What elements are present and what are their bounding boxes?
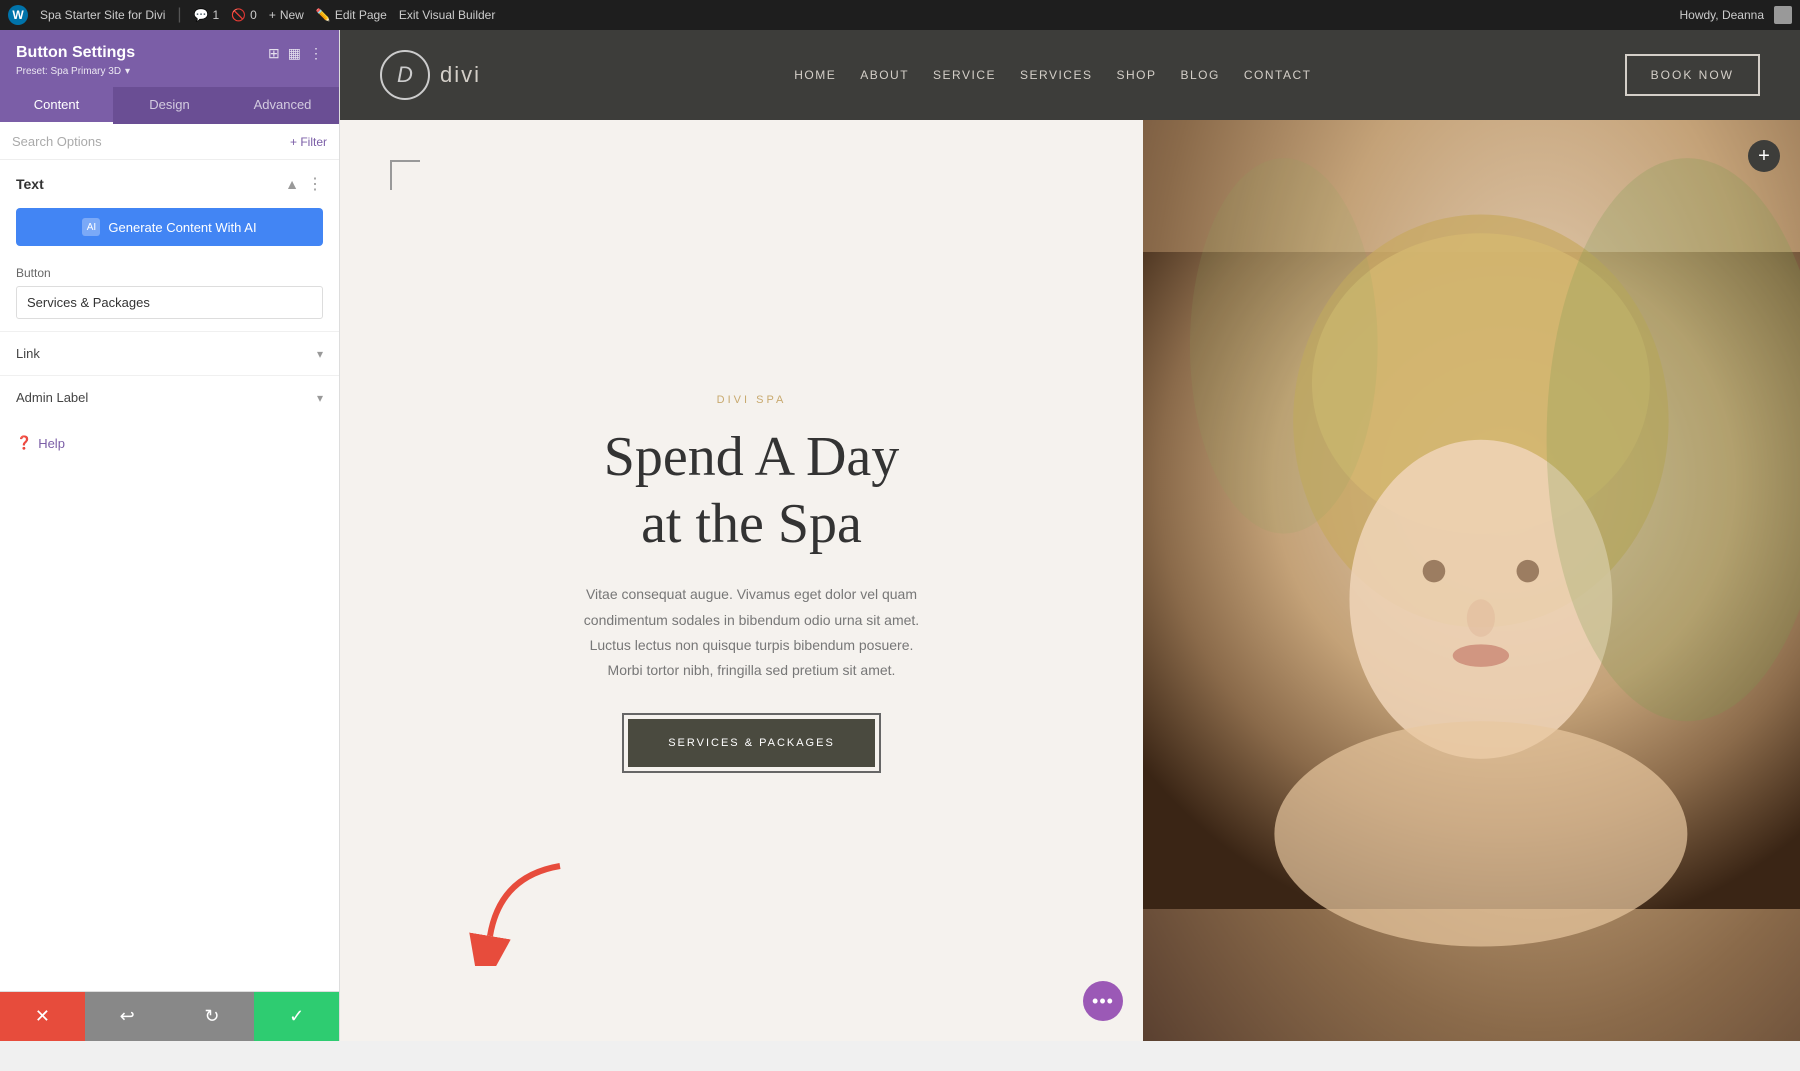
admin-bar: W Spa Starter Site for Divi | 💬 1 🚫 0 + … (0, 0, 1800, 30)
redo-button[interactable]: ↻ (170, 992, 255, 1041)
site-name[interactable]: Spa Starter Site for Divi (40, 8, 165, 22)
save-button[interactable]: ✓ (254, 992, 339, 1041)
sidebar-title: Button Settings (16, 44, 135, 62)
search-bar: + Filter (0, 124, 339, 160)
help-icon: ❓ (16, 435, 32, 451)
text-section-title: Text (16, 176, 44, 192)
admin-label-label: Admin Label (16, 390, 88, 405)
hero-right: + (1143, 120, 1800, 1041)
exit-builder-button[interactable]: Exit Visual Builder (399, 8, 496, 22)
admin-bar-right: Howdy, Deanna (1680, 6, 1793, 24)
text-section-header: Text ▲ ⋮ (0, 160, 339, 204)
hero-image (1143, 120, 1800, 1041)
columns-icon[interactable]: ▦ (288, 45, 301, 62)
button-field-label: Button (16, 266, 323, 280)
nav-contact[interactable]: CONTACT (1244, 68, 1312, 82)
hero-text: DIVI SPA Spend A Day at the Spa Vitae co… (582, 394, 922, 767)
search-input[interactable] (12, 134, 282, 149)
nav-services[interactable]: SERVICES (1020, 68, 1092, 82)
corner-decoration (390, 160, 420, 190)
button-field-group: Button (0, 258, 339, 331)
logo-text: divi (440, 62, 481, 88)
tab-design[interactable]: Design (113, 87, 226, 124)
logo-circle: D (380, 50, 430, 100)
preset-label[interactable]: Preset: Spa Primary 3D ▾ (16, 66, 323, 77)
sidebar-header: Button Settings ⊞ ▦ ⋮ Preset: Spa Primar… (0, 30, 339, 87)
undo-button[interactable]: ↩ (85, 992, 170, 1041)
admin-label-section-row[interactable]: Admin Label ▾ (0, 375, 339, 419)
hero-title: Spend A Day at the Spa (582, 424, 922, 558)
generate-ai-button[interactable]: AI Generate Content With AI (16, 208, 323, 246)
new-button[interactable]: + New (269, 8, 304, 22)
nav-blog[interactable]: BLOG (1181, 68, 1220, 82)
main-content: D divi HOME ABOUT SERVICE SERVICES SHOP … (340, 30, 1800, 1041)
wordpress-icon[interactable]: W (8, 5, 28, 25)
sidebar-content: Text ▲ ⋮ AI Generate Content With AI But… (0, 160, 339, 991)
site-logo: D divi (380, 50, 481, 100)
avatar (1774, 6, 1792, 24)
responsive-icon[interactable]: ⊞ (268, 45, 280, 62)
hero-cta-button[interactable]: SERVICES & PACKAGES (628, 719, 875, 767)
admin-label-chevron: ▾ (317, 391, 323, 405)
site-nav: HOME ABOUT SERVICE SERVICES SHOP BLOG CO… (794, 68, 1311, 82)
cancel-button[interactable]: ✕ (0, 992, 85, 1041)
link-chevron: ▾ (317, 347, 323, 361)
main-layout: Button Settings ⊞ ▦ ⋮ Preset: Spa Primar… (0, 30, 1800, 1041)
hero-left: DIVI SPA Spend A Day at the Spa Vitae co… (340, 120, 1143, 1041)
hero-section: DIVI SPA Spend A Day at the Spa Vitae co… (340, 120, 1800, 1041)
filter-button[interactable]: + Filter (290, 135, 327, 149)
sidebar: Button Settings ⊞ ▦ ⋮ Preset: Spa Primar… (0, 30, 340, 1041)
edit-page-button[interactable]: ✏️ Edit Page (316, 8, 387, 22)
floating-menu-button[interactable]: ••• (1083, 981, 1123, 1021)
sidebar-tabs: Content Design Advanced (0, 87, 339, 124)
spam-count[interactable]: 🚫 0 (231, 8, 257, 22)
link-section-row[interactable]: Link ▾ (0, 331, 339, 375)
link-label: Link (16, 346, 40, 361)
site-header: D divi HOME ABOUT SERVICE SERVICES SHOP … (340, 30, 1800, 120)
nav-service[interactable]: SERVICE (933, 68, 996, 82)
hero-body-text: Vitae consequat augue. Vivamus eget dolo… (582, 582, 922, 683)
more-icon[interactable]: ⋮ (309, 45, 323, 62)
sidebar-bottom: ✕ ↩ ↻ ✓ (0, 991, 339, 1041)
nav-shop[interactable]: SHOP (1116, 68, 1156, 82)
tab-advanced[interactable]: Advanced (226, 87, 339, 124)
text-section-chevron[interactable]: ▲ (285, 176, 299, 192)
button-text-input[interactable] (16, 286, 323, 319)
add-section-button[interactable]: + (1748, 140, 1780, 172)
tab-content[interactable]: Content (0, 87, 113, 124)
hero-subtitle: DIVI SPA (582, 394, 922, 406)
ai-icon: AI (82, 218, 100, 236)
comments-count[interactable]: 💬 1 (194, 8, 220, 22)
hero-portrait-svg (1143, 120, 1800, 1041)
help-row[interactable]: ❓ Help (0, 419, 339, 467)
book-now-button[interactable]: BOOK NOW (1625, 54, 1760, 96)
nav-home[interactable]: HOME (794, 68, 836, 82)
text-section-dots[interactable]: ⋮ (307, 174, 323, 194)
nav-about[interactable]: ABOUT (860, 68, 909, 82)
